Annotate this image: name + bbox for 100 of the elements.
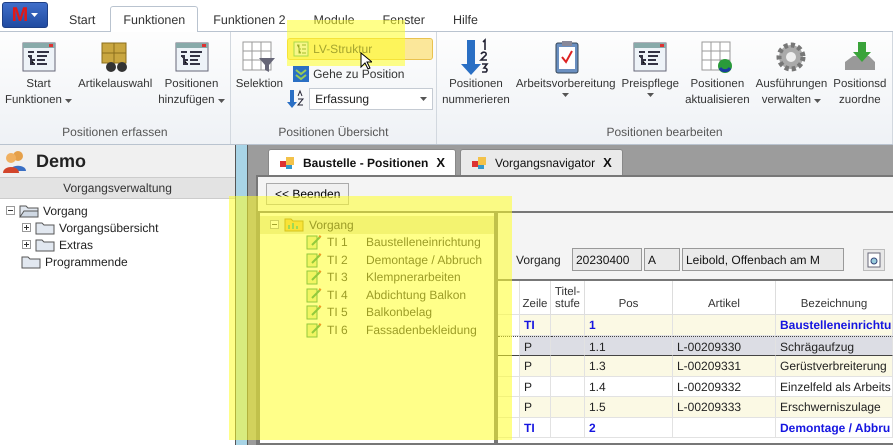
- ribbon-button[interactable]: Start Funktionen: [3, 36, 74, 122]
- caret-icon: [65, 99, 72, 103]
- collapse-toggle[interactable]: [6, 206, 15, 215]
- structure-list-icon: [293, 41, 310, 57]
- window-list-icon: [633, 42, 668, 72]
- caret-icon: [31, 13, 38, 17]
- window-list-icon: [174, 42, 208, 72]
- back-button[interactable]: << Beenden: [266, 183, 350, 205]
- edit-document-icon: [306, 269, 322, 286]
- edit-document-icon: [306, 234, 322, 250]
- edit-document-icon: [306, 286, 322, 303]
- table-cell: Demontage / Abbru: [776, 418, 893, 438]
- table-cell: TI: [520, 418, 551, 438]
- table-cell: P: [520, 397, 551, 418]
- grid-filter-icon: [241, 40, 278, 74]
- table-cell: Gerüstverbreiterung: [776, 356, 893, 376]
- table-cell: [551, 315, 585, 336]
- table-cell: 1.3: [585, 356, 673, 376]
- cursor-icon: [360, 52, 372, 70]
- tree-item[interactable]: Extras: [59, 238, 94, 252]
- sort-dropdown[interactable]: Erfassung: [309, 88, 434, 110]
- table-cell: Schrägaufzug: [776, 336, 893, 356]
- caret-icon: [562, 93, 570, 97]
- section-header: Vorgangsverwaltung: [0, 177, 235, 199]
- document-tab[interactable]: Vorgangsnavigator X: [460, 149, 623, 175]
- table-cell: L-00209332: [673, 376, 776, 397]
- folder-icon: [19, 204, 39, 218]
- table-cell: TI: [520, 315, 551, 336]
- table-cell: [551, 397, 585, 418]
- table-cell: [551, 356, 585, 376]
- document-search-icon: [867, 252, 881, 268]
- group-title: Positionen Übersicht: [277, 124, 390, 141]
- ribbon-tab[interactable]: Start: [56, 6, 108, 32]
- edit-document-icon: [306, 322, 322, 338]
- tree-item[interactable]: Vorgang: [43, 204, 88, 218]
- ribbon-button[interactable]: Selektion: [234, 36, 286, 122]
- folder-icon: [35, 220, 55, 234]
- table-cell: P: [520, 376, 551, 397]
- ribbon-tab[interactable]: Hilfe: [440, 6, 491, 32]
- grid-refresh-icon: [700, 40, 734, 74]
- document-tab[interactable]: Baustelle - Positionen X: [268, 149, 456, 175]
- splitter[interactable]: [236, 145, 248, 445]
- table-cell: 1.4: [585, 376, 673, 397]
- table-cell: L-00209331: [673, 356, 776, 376]
- table-cell: L-00209330: [673, 336, 776, 356]
- panel-title: Demo: [36, 150, 86, 172]
- ribbon-button[interactable]: Ausführungen verwalten: [754, 36, 830, 122]
- tree-item[interactable]: Vorgangsübersicht: [59, 220, 158, 234]
- table-cell: 1.1: [585, 336, 673, 356]
- gear-icon: [774, 40, 808, 74]
- table-cell: [551, 336, 585, 356]
- ribbon-tab[interactable]: Funktionen 2: [200, 6, 299, 32]
- table-cell: 2: [585, 418, 673, 438]
- table-cell: [551, 418, 585, 438]
- expand-toggle[interactable]: [22, 223, 31, 232]
- folder-icon: [21, 254, 41, 268]
- ribbon-button[interactable]: Arbeitsvorbereitung: [514, 36, 618, 122]
- ribbon-button[interactable]: Positionen aktualisieren: [683, 36, 752, 122]
- variant-field[interactable]: A: [644, 248, 680, 271]
- group-title: Positionen erfassen: [61, 124, 169, 141]
- preview-button[interactable]: [863, 249, 885, 271]
- ribbon-tab[interactable]: Fenster: [370, 6, 438, 32]
- sort-icon: [287, 89, 306, 109]
- folder-icon: [284, 217, 304, 232]
- ribbon-button[interactable]: Positionen hinzufügen: [156, 36, 227, 122]
- table-cell: 1.5: [585, 397, 673, 418]
- caret-icon: [218, 99, 225, 103]
- folder-icon: [35, 238, 55, 252]
- ribbon-button[interactable]: Preispflege: [620, 36, 682, 122]
- ribbon-button[interactable]: Positionen nummerieren: [440, 36, 512, 122]
- chevron-down-icon: [293, 66, 310, 82]
- table-cell: P: [520, 356, 551, 376]
- collapse-toggle[interactable]: [270, 220, 279, 230]
- table-cell: Einzelfeld als Arbeits: [776, 376, 893, 397]
- table-cell: Erschwerniszulage: [776, 397, 893, 418]
- group-title: Positionen bearbeiten: [605, 124, 724, 141]
- customer-field[interactable]: Leibold, Offenbach am M: [682, 248, 844, 271]
- edit-document-icon: [306, 252, 322, 268]
- table-cell: L-00209333: [673, 397, 776, 418]
- edit-document-icon: [306, 304, 322, 320]
- ribbon-button[interactable]: Positionsd zuordne: [831, 36, 888, 122]
- caret-icon: [420, 97, 428, 101]
- caret-icon: [646, 93, 654, 97]
- table-cell: Baustelleneinrichtu: [776, 315, 893, 336]
- table-cell: P: [520, 336, 551, 356]
- field-label: Vorgang: [516, 252, 562, 266]
- close-button[interactable]: X: [436, 155, 446, 170]
- caret-icon: [814, 99, 822, 103]
- table-cell: [551, 376, 585, 397]
- window-icon: [471, 156, 488, 170]
- ribbon-button[interactable]: Artikelauswahl: [76, 36, 154, 122]
- window-icon: [279, 156, 295, 170]
- close-button[interactable]: X: [603, 155, 612, 170]
- users-icon: [2, 149, 28, 173]
- expand-toggle[interactable]: [22, 240, 31, 249]
- row-selector[interactable]: [498, 336, 520, 356]
- number-field[interactable]: 20230400: [572, 248, 642, 271]
- ribbon-tab[interactable]: Funktionen: [110, 6, 198, 32]
- tree-item[interactable]: Programmende: [45, 254, 128, 268]
- window-list-icon: [22, 42, 56, 72]
